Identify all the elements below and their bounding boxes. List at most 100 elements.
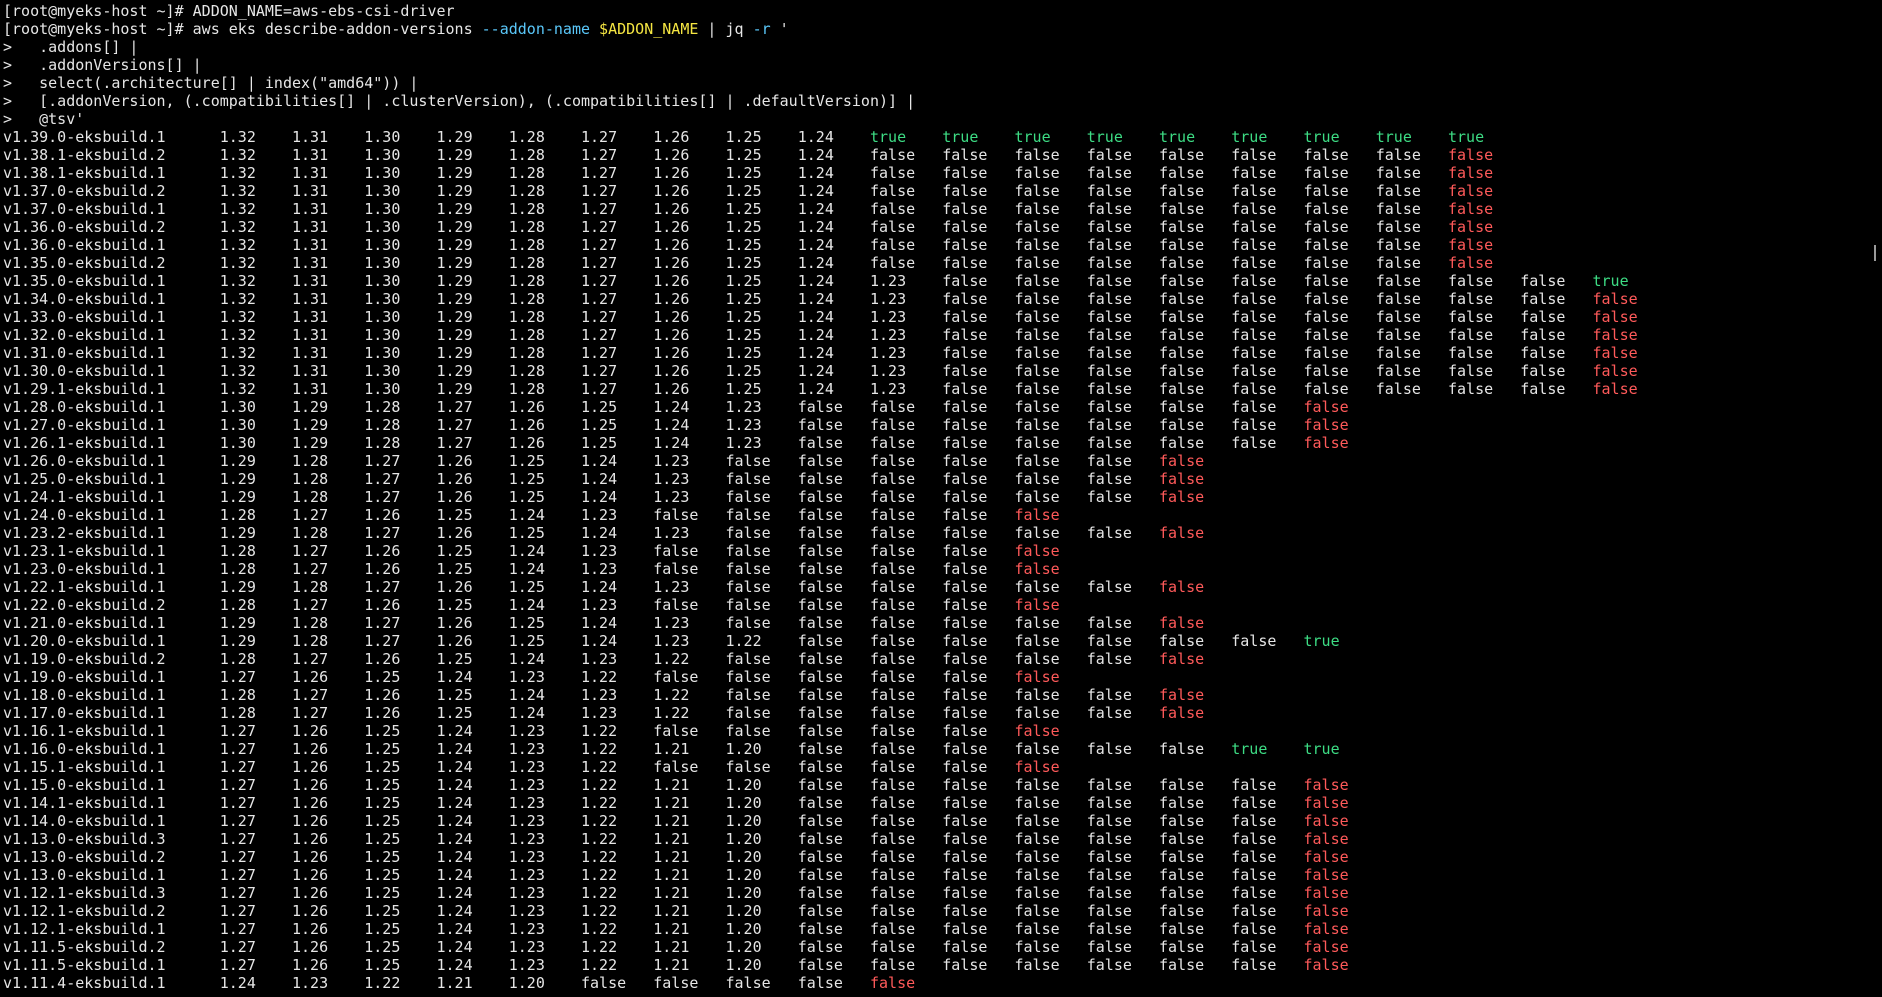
default-version-cell: false	[942, 758, 988, 776]
cluster-version-cell: 1.26	[436, 578, 473, 596]
addon-version: v1.17.0-eksbuild.1	[3, 704, 166, 722]
cluster-version-cell: 1.31	[292, 182, 329, 200]
default-version-cell: false	[870, 812, 916, 830]
default-version-cell: false	[1014, 632, 1060, 650]
default-version-cell: false	[1086, 452, 1132, 470]
default-version-cell: false	[942, 290, 988, 308]
cluster-version-cell: 1.27	[219, 668, 256, 686]
cluster-version-cell: 1.22	[581, 884, 618, 902]
table-row: v1.13.0-eksbuild.3 1.27 1.26 1.25 1.24 1.23 1.…	[3, 830, 1882, 848]
table-row: v1.34.0-eksbuild.1 1.32 1.31 1.30 1.29 1.28 1.…	[3, 290, 1882, 308]
cluster-version-cell: 1.20	[725, 902, 762, 920]
default-version-cell: false	[1086, 488, 1132, 506]
cluster-version-cell: 1.28	[219, 506, 256, 524]
cluster-version-cell: 1.24	[436, 938, 473, 956]
default-version-cell: false	[942, 956, 988, 974]
cluster-version-cell: 1.21	[653, 740, 690, 758]
continuation-line: > @tsv'	[3, 110, 85, 128]
default-version-cell: false	[1448, 290, 1494, 308]
default-version-cell: false	[942, 470, 988, 488]
addon-version: v1.35.0-eksbuild.2	[3, 254, 166, 272]
cluster-version-cell: 1.26	[653, 182, 690, 200]
terminal-window[interactable]: [root@myeks-host ~]# ADDON_NAME=aws-ebs-…	[3, 2, 1882, 997]
table-row: v1.22.1-eksbuild.1 1.29 1.28 1.27 1.26 1.25 1.…	[3, 578, 1882, 596]
cluster-version-cell: 1.24	[581, 524, 618, 542]
cluster-version-cell: 1.26	[653, 146, 690, 164]
cluster-version-cell: 1.21	[653, 812, 690, 830]
default-version-cell: false	[870, 614, 916, 632]
cluster-version-cell: 1.29	[436, 146, 473, 164]
default-version-cell: false	[1520, 290, 1566, 308]
default-version-cell: false	[1159, 434, 1205, 452]
default-version-cell: false	[1014, 794, 1060, 812]
cluster-version-cell: 1.25	[364, 866, 401, 884]
cluster-version-cell: 1.26	[292, 794, 329, 812]
default-version-cell: false	[1448, 182, 1494, 200]
cluster-version-cell: 1.27	[436, 434, 473, 452]
table-row: v1.19.0-eksbuild.2 1.28 1.27 1.26 1.25 1.24 1.…	[3, 650, 1882, 668]
addon-version: v1.31.0-eksbuild.1	[3, 344, 166, 362]
default-version-cell: false	[797, 884, 843, 902]
cluster-version-cell: 1.23	[581, 506, 618, 524]
default-version-cell: false	[1520, 272, 1566, 290]
default-version-cell: false	[725, 578, 771, 596]
cluster-version-cell: 1.23	[508, 758, 545, 776]
default-version-cell: false	[1159, 632, 1205, 650]
default-version-cell: false	[870, 488, 916, 506]
default-version-cell: false	[870, 956, 916, 974]
addon-version: v1.16.1-eksbuild.1	[3, 722, 166, 740]
cluster-version-cell: 1.25	[364, 938, 401, 956]
default-version-cell: false	[1014, 938, 1060, 956]
default-version-cell: false	[1014, 578, 1060, 596]
cluster-version-cell: 1.26	[653, 272, 690, 290]
default-version-cell: false	[1159, 830, 1205, 848]
default-version-cell: false	[1014, 884, 1060, 902]
cluster-version-cell: 1.28	[508, 128, 545, 146]
command-line-2: [root@myeks-host ~]# aws eks describe-ad…	[3, 20, 1882, 38]
cluster-version-cell: 1.27	[219, 812, 256, 830]
cluster-version-cell: 1.30	[364, 182, 401, 200]
default-version-cell: false	[942, 560, 988, 578]
default-version-cell: false	[797, 920, 843, 938]
default-version-cell: true	[1086, 128, 1123, 146]
default-version-cell: false	[870, 542, 916, 560]
default-version-cell: false	[1592, 380, 1638, 398]
default-version-cell: false	[1159, 812, 1205, 830]
cluster-version-cell: 1.27	[436, 416, 473, 434]
continuation-line: > .addonVersions[] |	[3, 56, 202, 74]
table-row: v1.38.1-eksbuild.2 1.32 1.31 1.30 1.29 1.28 1.…	[3, 146, 1882, 164]
addon-version: v1.23.1-eksbuild.1	[3, 542, 166, 560]
cluster-version-cell: 1.26	[364, 704, 401, 722]
default-version-cell: false	[1303, 254, 1349, 272]
scrollbar-thumb[interactable]	[1874, 245, 1876, 261]
cluster-version-cell: 1.22	[581, 866, 618, 884]
cluster-version-cell: 1.29	[219, 578, 256, 596]
cluster-version-cell: 1.27	[219, 902, 256, 920]
cluster-version-cell: 1.27	[581, 326, 618, 344]
cluster-version-cell: 1.23	[653, 488, 690, 506]
default-version-cell: false	[1231, 272, 1277, 290]
default-version-cell: false	[797, 794, 843, 812]
default-version-cell: false	[1014, 920, 1060, 938]
default-version-cell: false	[1159, 200, 1205, 218]
default-version-cell: false	[942, 920, 988, 938]
cluster-version-cell: 1.24	[508, 686, 545, 704]
default-version-cell: false	[1159, 740, 1205, 758]
default-version-cell: false	[797, 542, 843, 560]
default-version-cell: false	[1375, 272, 1421, 290]
shell-prompt: [root@myeks-host ~]#	[3, 2, 193, 20]
cluster-version-cell: 1.30	[364, 200, 401, 218]
default-version-cell: false	[1303, 146, 1349, 164]
cluster-version-cell: 1.24	[436, 956, 473, 974]
default-version-cell: false	[1375, 308, 1421, 326]
cluster-version-cell: 1.24	[653, 416, 690, 434]
default-version-cell: false	[1086, 686, 1132, 704]
table-row: v1.26.0-eksbuild.1 1.29 1.28 1.27 1.26 1.25 1.…	[3, 452, 1882, 470]
cluster-version-cell: 1.24	[508, 596, 545, 614]
cluster-version-cell: 1.29	[436, 326, 473, 344]
table-row: v1.19.0-eksbuild.1 1.27 1.26 1.25 1.24 1.23 1.…	[3, 668, 1882, 686]
default-version-cell: false	[1448, 308, 1494, 326]
cluster-version-cell: 1.25	[436, 704, 473, 722]
cluster-version-cell: 1.32	[219, 254, 256, 272]
cluster-version-cell: 1.21	[653, 830, 690, 848]
